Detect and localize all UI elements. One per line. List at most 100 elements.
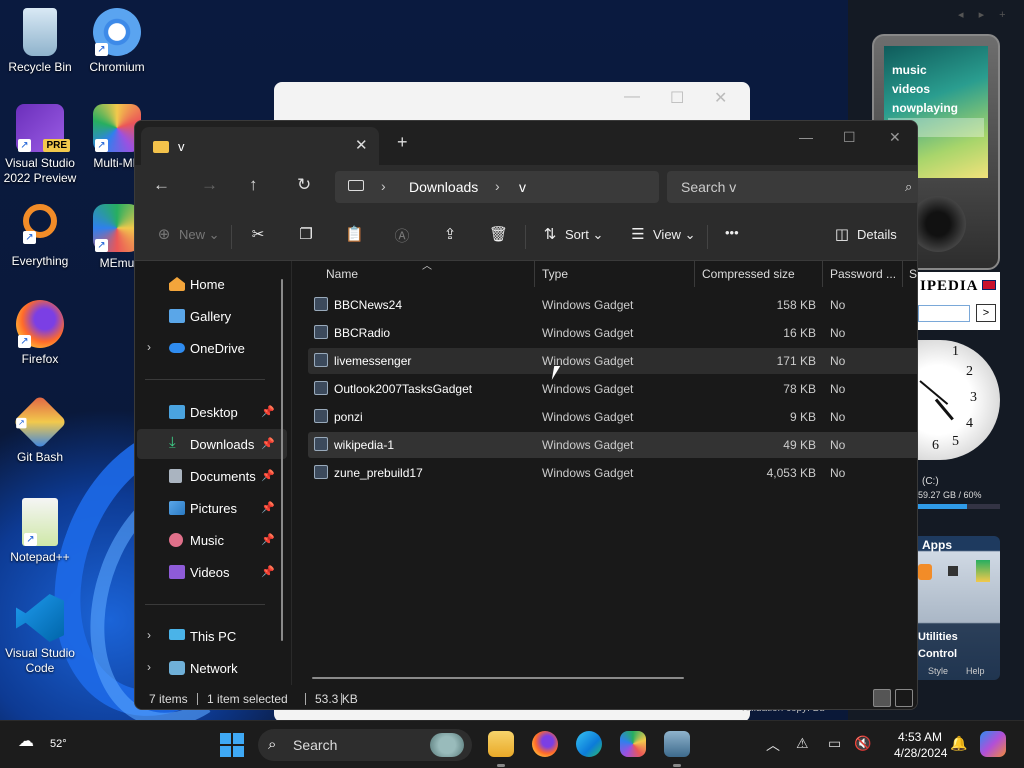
desktop-icon-firefox[interactable]: ↗ Firefox	[0, 300, 80, 367]
table-row[interactable]: BBCRadio Windows Gadget 16 KB No	[308, 320, 917, 346]
sidebar-item-documents[interactable]: Documents 📌	[137, 461, 287, 491]
apps-utilities[interactable]: Utilities	[918, 631, 958, 643]
table-row[interactable]: Outlook2007TasksGadget Windows Gadget 78…	[308, 376, 917, 402]
apps-control[interactable]: Control	[918, 648, 957, 660]
gadget-sidebar-nav[interactable]: ◂ ▸ +	[958, 8, 1012, 21]
paste-button[interactable]: 📋	[345, 225, 369, 243]
chevron-right-icon[interactable]: ›	[147, 340, 151, 354]
refresh-icon[interactable]: ↻	[297, 175, 311, 195]
delete-button[interactable]: 🗑	[489, 225, 513, 243]
pin-icon[interactable]: 📌	[261, 533, 275, 546]
address-bar[interactable]: › Downloads › v	[335, 171, 659, 203]
start-button[interactable]	[220, 733, 244, 757]
desktop-icon-git-bash[interactable]: ↗ Git Bash	[0, 394, 80, 465]
network-off-icon[interactable]: ⚠	[796, 735, 809, 752]
sidebar-item-onedrive[interactable]: › OneDrive	[137, 333, 287, 363]
memu-taskbar-icon[interactable]	[620, 731, 646, 757]
chevron-right-icon[interactable]: ›	[147, 660, 151, 674]
firefox-taskbar-icon[interactable]	[532, 731, 558, 757]
table-row[interactable]: zune_prebuild17 Windows Gadget 4,053 KB …	[308, 460, 917, 486]
minimize-icon[interactable]: —	[624, 88, 640, 106]
title-bar[interactable]: v ✕ + — ☐ ✕	[135, 121, 917, 165]
details-view-icon[interactable]	[873, 689, 891, 707]
app-launcher-icon[interactable]	[918, 564, 932, 580]
chevron-up-icon[interactable]: ︿	[766, 735, 780, 755]
chevron-right-icon[interactable]: ›	[147, 628, 151, 642]
notification-bell-icon[interactable]: 🔔	[950, 735, 967, 752]
desktop-icon-recycle-bin[interactable]: Recycle Bin	[0, 8, 80, 75]
zune-menu-item[interactable]: music	[892, 61, 984, 80]
table-row[interactable]: livemessenger Windows Gadget 171 KB No	[308, 348, 917, 374]
control-panel-taskbar-icon[interactable]	[664, 731, 690, 757]
app-launcher-icon[interactable]	[948, 566, 958, 576]
column-divider[interactable]	[902, 261, 903, 287]
pin-icon[interactable]: 📌	[261, 501, 275, 514]
nav-scrollbar[interactable]	[281, 279, 283, 641]
desktop-icon-notepad-plus-plus[interactable]: ↗ Notepad++	[0, 498, 80, 565]
new-tab-icon[interactable]: +	[397, 132, 408, 153]
pin-icon[interactable]: 📌	[261, 565, 275, 578]
app-launcher-icon[interactable]	[976, 560, 990, 582]
details-button[interactable]: ◫ Details	[833, 225, 897, 243]
view-button[interactable]: ☰ View ⌄	[629, 225, 695, 243]
sidebar-item-network[interactable]: › Network	[137, 653, 287, 683]
zune-wheel[interactable]	[910, 196, 966, 252]
table-row[interactable]: ponzi Windows Gadget 9 KB No	[308, 404, 917, 430]
search-input[interactable]: Search v	[681, 179, 736, 195]
tab-v[interactable]: v ✕	[141, 127, 379, 165]
chevron-right-icon[interactable]: ›	[381, 178, 386, 194]
apps-help-link[interactable]: Help	[966, 666, 985, 676]
wikipedia-go-button[interactable]: >	[976, 304, 996, 322]
apps-style-link[interactable]: Style	[928, 666, 948, 676]
more-options-button[interactable]: •••	[725, 225, 739, 240]
chevron-right-icon[interactable]: ›	[495, 178, 500, 194]
pin-icon[interactable]: 📌	[261, 469, 275, 482]
sidebar-item-home[interactable]: Home	[137, 269, 287, 299]
sidebar-item-gallery[interactable]: Gallery	[137, 301, 287, 331]
column-header-size[interactable]: Si	[909, 267, 917, 281]
new-button[interactable]: ⊕ New ⌄	[155, 225, 220, 243]
close-tab-icon[interactable]: ✕	[355, 136, 368, 154]
wikipedia-search-input[interactable]	[918, 305, 970, 322]
desktop-icon-vscode[interactable]: ↗ Visual Studio Code	[0, 594, 80, 676]
taskbar-clock[interactable]: 4:53 AM 4/28/2024	[894, 729, 947, 761]
sidebar-item-pictures[interactable]: Pictures 📌	[137, 493, 287, 523]
search-icon[interactable]: ⌕	[905, 179, 912, 195]
forward-icon[interactable]: →	[201, 175, 218, 195]
rename-button[interactable]: Ⓐ	[393, 225, 417, 246]
desktop-icon-chromium[interactable]: ↗ Chromium	[77, 8, 157, 75]
close-icon[interactable]: ✕	[889, 129, 901, 146]
column-divider[interactable]	[534, 261, 535, 287]
table-row[interactable]: BBCNews24 Windows Gadget 158 KB No	[308, 292, 917, 318]
sidebar-item-desktop[interactable]: Desktop 📌	[137, 397, 287, 427]
column-divider[interactable]	[822, 261, 823, 287]
cut-button[interactable]: ✂	[249, 225, 273, 243]
file-explorer-taskbar-icon[interactable]	[488, 731, 514, 757]
horizontal-scrollbar[interactable]	[312, 677, 684, 679]
zune-menu-item[interactable]: nowplaying	[892, 99, 984, 118]
desktop-icon-everything[interactable]: ↗ Everything	[0, 204, 80, 269]
maximize-icon[interactable]: ☐	[670, 88, 684, 108]
up-icon[interactable]: ↑	[249, 175, 258, 195]
desktop-icon-visual-studio-preview[interactable]: PRE ↗ Visual Studio 2022 Preview	[0, 104, 80, 186]
breadcrumb-v[interactable]: v	[519, 179, 526, 195]
zune-menu-item[interactable]: videos	[892, 80, 984, 99]
back-icon[interactable]: ←	[153, 175, 170, 195]
edge-taskbar-icon[interactable]	[576, 731, 602, 757]
copilot-icon[interactable]	[980, 731, 1006, 757]
taskbar-search[interactable]: ⌕ Search	[258, 729, 472, 761]
share-button[interactable]: ⇪	[441, 225, 465, 243]
minimize-icon[interactable]: —	[799, 129, 813, 145]
column-header-password[interactable]: Password ...	[830, 267, 896, 281]
breadcrumb-downloads[interactable]: Downloads	[409, 179, 478, 195]
search-box[interactable]: Search v ⌕	[667, 171, 917, 203]
sidebar-item-videos[interactable]: Videos 📌	[137, 557, 287, 587]
maximize-icon[interactable]: ☐	[843, 129, 856, 146]
column-divider[interactable]	[694, 261, 695, 287]
weather-widget[interactable]: ☁ 52°	[18, 731, 67, 751]
pin-icon[interactable]: 📌	[261, 437, 275, 450]
this-pc-icon[interactable]	[348, 180, 364, 191]
sort-button[interactable]: ⇅ Sort ⌄	[541, 225, 604, 243]
file-explorer-window[interactable]: v ✕ + — ☐ ✕ ← → ↑ ↻ › Downloads › v Sear…	[134, 120, 918, 710]
sidebar-item-this-pc[interactable]: › This PC	[137, 621, 287, 651]
